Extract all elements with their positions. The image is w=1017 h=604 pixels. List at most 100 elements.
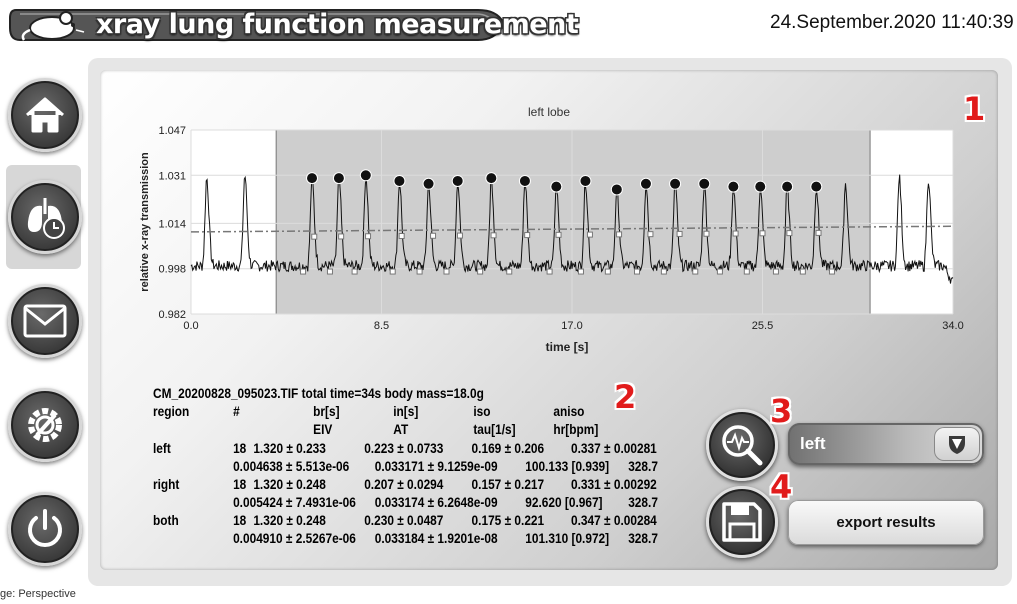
shield-down-arrow-icon	[949, 436, 965, 454]
low-marker	[351, 268, 358, 275]
mid-marker	[815, 229, 822, 236]
row-region: left	[153, 441, 171, 456]
row-tau: 92.620 [0.967]	[525, 495, 603, 510]
mid-marker	[703, 230, 710, 237]
row-tau: 101.310 [0.972]	[525, 531, 610, 546]
low-marker	[577, 268, 584, 275]
mid-marker	[786, 230, 793, 237]
row-br: 1.320 ± 0.248	[253, 477, 326, 492]
peak-marker	[550, 180, 563, 193]
x-axis-label: time [s]	[546, 340, 589, 354]
row-iso: 0.157 ± 0.217	[471, 477, 545, 492]
col-region: region	[153, 404, 190, 419]
row-at: 0.033171 ± 9.1259e-09	[374, 459, 498, 474]
magnifier-pulse-icon	[722, 425, 763, 466]
lobe-select[interactable]: left	[788, 423, 984, 465]
mid-marker	[365, 233, 372, 240]
mail-icon	[23, 304, 67, 338]
x-tick-label: 34.0	[942, 320, 963, 332]
low-marker	[633, 268, 640, 275]
peak-marker	[781, 180, 794, 193]
low-marker	[828, 268, 835, 275]
col-hr: hr[bpm]	[553, 422, 599, 437]
x-tick-label: 25.5	[752, 320, 773, 332]
row-eiv: 0.005424 ± 7.4931e-06	[233, 495, 356, 510]
peak-marker	[698, 177, 711, 190]
mouse-logo-icon	[21, 11, 85, 41]
row-eiv: 0.004638 ± 5.513e-06	[233, 459, 350, 474]
peak-marker	[579, 174, 592, 187]
sidebar-item-lung-function[interactable]	[8, 180, 82, 254]
low-marker	[799, 268, 806, 275]
peak-marker	[332, 172, 345, 185]
sidebar-item-mail[interactable]	[8, 284, 82, 358]
row-hr: 328.7	[628, 459, 658, 474]
low-marker	[772, 268, 779, 275]
footer-fragment-text: ge: Perspective	[0, 588, 76, 600]
mid-marker	[338, 233, 345, 240]
left-lobe-chart[interactable]: left lobe 0.0 8.5 17.0 25.5 34.0 0.982 0.998 1.…	[130, 96, 970, 361]
row-br: 1.320 ± 0.233	[253, 441, 326, 456]
sidebar-item-home[interactable]	[8, 78, 82, 152]
analyze-button[interactable]	[706, 409, 778, 481]
low-marker	[326, 268, 333, 275]
row-iso: 0.175 ± 0.221	[471, 513, 545, 528]
lungs-clock-icon	[27, 198, 65, 239]
row-count: 18	[233, 477, 247, 492]
badge-save: 4	[770, 468, 793, 506]
lobe-select-value: left	[800, 434, 826, 453]
row-count: 18	[233, 441, 247, 456]
sidebar-item-power[interactable]	[8, 492, 82, 566]
peak-marker	[610, 183, 623, 196]
mid-marker	[616, 231, 623, 238]
row-eiv: 0.004910 ± 2.5267e-06	[233, 531, 356, 546]
y-tick-label: 0.982	[158, 309, 186, 321]
mid-marker	[490, 232, 497, 239]
peak-marker	[359, 169, 372, 182]
sidebar	[0, 70, 90, 580]
chart-title: left lobe	[528, 105, 570, 119]
low-marker	[743, 268, 750, 275]
low-marker	[604, 268, 611, 275]
y-tick-label: 0.998	[158, 264, 186, 276]
col-at: AT	[393, 422, 409, 437]
export-results-button[interactable]: export results	[788, 500, 984, 545]
sidebar-item-settings[interactable]	[8, 388, 82, 462]
y-axis-label: relative x-ray transmission	[139, 152, 151, 292]
row-in: 0.230 ± 0.0487	[364, 513, 444, 528]
row-tau: 100.133 [0.939]	[525, 459, 610, 474]
mid-marker	[647, 231, 654, 238]
col-br: br[s]	[313, 404, 340, 419]
row-at: 0.033174 ± 6.2648e-09	[374, 495, 498, 510]
row-count: 18	[233, 513, 247, 528]
app-title: xray lung function measurement	[96, 9, 579, 40]
row-br: 1.320 ± 0.248	[253, 513, 326, 528]
low-marker	[300, 268, 307, 275]
results-header: CM_20200828_095023.TIF total time=34s bo…	[153, 386, 484, 401]
y-tick-label: 1.031	[158, 170, 186, 182]
mid-marker	[456, 232, 463, 239]
datetime-display: 24.September.2020 11:40:39	[770, 12, 1014, 33]
peak-marker	[485, 172, 498, 185]
peak-marker	[451, 174, 464, 187]
mid-marker	[311, 233, 318, 240]
row-aniso: 0.347 ± 0.00284	[571, 513, 657, 528]
row-at: 0.033184 ± 1.9201e-08	[374, 531, 498, 546]
power-icon	[28, 509, 62, 547]
settings-wrench-icon	[28, 408, 62, 442]
home-icon	[26, 97, 64, 133]
peak-marker	[810, 180, 823, 193]
col-in: in[s]	[393, 404, 419, 419]
row-in: 0.207 ± 0.0294	[364, 477, 444, 492]
col-tau: tau[1/s]	[473, 422, 516, 437]
floppy-disk-icon	[722, 502, 762, 542]
mid-marker	[524, 232, 531, 239]
row-aniso: 0.337 ± 0.00281	[571, 441, 657, 456]
low-marker	[506, 268, 513, 275]
save-button[interactable]	[706, 486, 778, 558]
col-count: #	[233, 404, 240, 419]
mid-marker	[398, 233, 405, 240]
low-marker	[716, 268, 723, 275]
low-marker	[389, 268, 396, 275]
lobe-select-toggle[interactable]	[934, 427, 980, 461]
